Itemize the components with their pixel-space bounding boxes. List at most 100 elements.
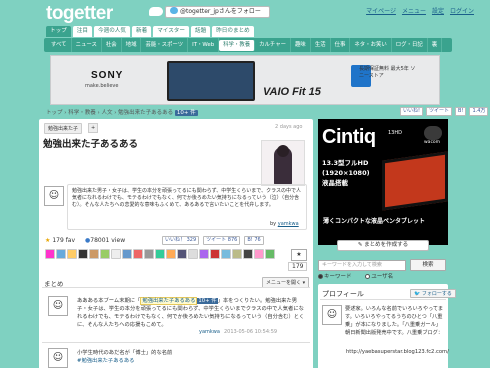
tab-new[interactable]: 新着 xyxy=(131,26,152,37)
byline: by yamkwa xyxy=(270,221,299,227)
tweet-avatar[interactable]: ☺ xyxy=(48,348,68,368)
settings-link[interactable]: 設定 xyxy=(432,8,444,15)
menu-link[interactable]: メニュー xyxy=(402,8,426,15)
follow-button[interactable]: 🐦 フォローする xyxy=(410,289,456,298)
tab-featured[interactable]: 注目 xyxy=(72,26,92,37)
fav-star-icon: ★ xyxy=(296,251,302,258)
twitter-follow-button[interactable]: @togetter_jpさんをフォロー xyxy=(165,6,270,18)
login-link[interactable]: ログイン xyxy=(450,8,474,15)
ad-copy-line: 液晶搭載 xyxy=(322,179,348,187)
tweet-button[interactable]: ツイート xyxy=(426,107,453,116)
category-log[interactable]: ログ・日記 xyxy=(392,38,428,52)
tweet-label: ツイート xyxy=(206,237,227,243)
fav-avatar[interactable] xyxy=(177,249,187,259)
category-society[interactable]: 社会 xyxy=(102,38,122,52)
fav-avatar[interactable] xyxy=(111,249,121,259)
category-entertainment[interactable]: 芸能・スポーツ xyxy=(141,38,189,52)
tab-meister[interactable]: マイスター xyxy=(153,26,189,37)
category-work[interactable]: 仕事 xyxy=(331,38,351,52)
fb-like-button[interactable]: いいね! xyxy=(400,107,424,116)
tab-weekly-popular[interactable]: 今週の人気 xyxy=(94,26,130,37)
fav-avatar[interactable] xyxy=(67,249,77,259)
wacom-logo-icon xyxy=(424,126,442,140)
category-comedy[interactable]: ネタ・お笑い xyxy=(350,38,392,52)
tab-yesterday[interactable]: 昨日のまとめ xyxy=(212,26,254,37)
fav-avatar[interactable] xyxy=(89,249,99,259)
hashtag-link[interactable]: #勉強出来た子あるある xyxy=(77,357,172,365)
tweet-count: 876 xyxy=(227,237,238,243)
tag-chip[interactable]: 勉強出来た子 xyxy=(44,123,83,134)
profile-url[interactable]: http://yaebasuperstar.blog123.fc2.com/ xyxy=(346,349,449,355)
fav-avatar[interactable] xyxy=(265,249,275,259)
search-button[interactable]: 検索 xyxy=(410,259,446,271)
fav-avatar[interactable] xyxy=(155,249,165,259)
tab-top[interactable]: トップ xyxy=(46,26,71,37)
author-link[interactable]: yamkwa xyxy=(278,221,299,227)
togetter-logo[interactable]: togetter xyxy=(46,3,163,25)
category-news[interactable]: ニュース xyxy=(72,38,102,52)
ad-product: VAIO Fit 15 xyxy=(263,86,321,98)
category-hobby[interactable]: 趣味 xyxy=(291,38,311,52)
hatena-button[interactable]: B! xyxy=(455,107,467,116)
share-like-button[interactable]: いいね！ 329 xyxy=(162,236,200,245)
breadcrumb-top[interactable]: トップ xyxy=(46,110,63,116)
tweet-tag: 10+ 件 xyxy=(197,298,218,304)
ad-side-text: 長期保証無料 最大5年 ソニーストア xyxy=(359,66,416,79)
fav-avatar[interactable] xyxy=(199,249,209,259)
fav-avatar[interactable] xyxy=(221,249,231,259)
fav-avatar[interactable] xyxy=(100,249,110,259)
radio-keyword[interactable]: キーワード xyxy=(318,274,358,280)
ad-brand: SONY xyxy=(91,70,124,81)
category-science[interactable]: 科学・教養 xyxy=(219,39,256,51)
tweet-avatar[interactable]: ☺ xyxy=(48,296,68,316)
radio-username[interactable]: ユーザ名 xyxy=(365,274,399,280)
time-ago: 2 days ago xyxy=(275,124,303,130)
fav-avatar[interactable] xyxy=(166,249,176,259)
tablet-image xyxy=(382,151,448,211)
search-input[interactable]: キーワードを入力して検索 xyxy=(318,260,406,271)
ad-tagline: make.believe xyxy=(85,83,119,89)
create-matome-button[interactable]: ✎ まとめを作成する xyxy=(337,240,429,251)
fav-avatar[interactable] xyxy=(232,249,242,259)
fav-avatar[interactable] xyxy=(45,249,55,259)
author-avatar[interactable]: ☺ xyxy=(44,186,64,206)
fav-avatar[interactable] xyxy=(210,249,220,259)
fav-button[interactable]: ★ xyxy=(291,249,307,261)
fav-avatar[interactable] xyxy=(144,249,154,259)
like-count: 329 xyxy=(186,237,197,243)
category-local[interactable]: 地域 xyxy=(122,38,142,52)
tab-topics[interactable]: 話題 xyxy=(191,26,211,37)
sony-vaio-ad-banner[interactable]: SONY make.believe VAIO Fit 15 長期保証無料 最大5… xyxy=(50,55,440,105)
category-ura[interactable]: 裏 xyxy=(428,38,443,52)
tweet-user-link[interactable]: yamkwa xyxy=(199,329,220,335)
fav-avatar[interactable] xyxy=(243,249,253,259)
fav-avatar[interactable] xyxy=(133,249,143,259)
share-tweet-button[interactable]: ツイート 876 xyxy=(203,236,241,245)
tweet-highlight-link[interactable]: 勉強出来た子あるある xyxy=(140,297,198,305)
share-buttons: いいね！ 329 ツイート 876 B! 76 xyxy=(162,236,264,245)
breadcrumb-science[interactable]: 科学・教養 xyxy=(68,110,96,116)
share-hatena-button[interactable]: B! 76 xyxy=(244,236,264,245)
view-label: view xyxy=(111,237,126,244)
category-it-web[interactable]: IT・Web xyxy=(188,38,220,52)
category-all[interactable]: すべて xyxy=(47,38,72,52)
fav-avatar[interactable] xyxy=(122,249,132,259)
fav-avatar[interactable] xyxy=(188,249,198,259)
mypage-link[interactable]: マイページ xyxy=(366,8,396,15)
fav-avatar[interactable] xyxy=(56,249,66,259)
breadcrumb-current: 勉強出来た子あるある xyxy=(118,110,174,116)
category-culture[interactable]: カルチャー xyxy=(255,38,292,52)
breadcrumb-humanities[interactable]: 人文 xyxy=(101,110,112,116)
category-nav: すべて ニュース 社会 地域 芸能・スポーツ IT・Web 科学・教養 カルチャ… xyxy=(44,38,452,52)
thumbnail-image[interactable] xyxy=(261,140,305,186)
fav-avatar[interactable] xyxy=(254,249,264,259)
category-life[interactable]: 生活 xyxy=(311,38,331,52)
profile-avatar[interactable]: ☺ xyxy=(322,305,342,325)
view-count: 78001 xyxy=(90,237,110,244)
fav-avatar[interactable] xyxy=(78,249,88,259)
speech-bubble-icon xyxy=(149,7,163,16)
tweet-time[interactable]: 2013-05-06 10:54:59 xyxy=(224,329,277,335)
follow-label: フォローする xyxy=(421,291,452,297)
add-tag-button[interactable]: + xyxy=(88,123,99,133)
ad-copy-line: (1920×1080) xyxy=(322,169,370,177)
